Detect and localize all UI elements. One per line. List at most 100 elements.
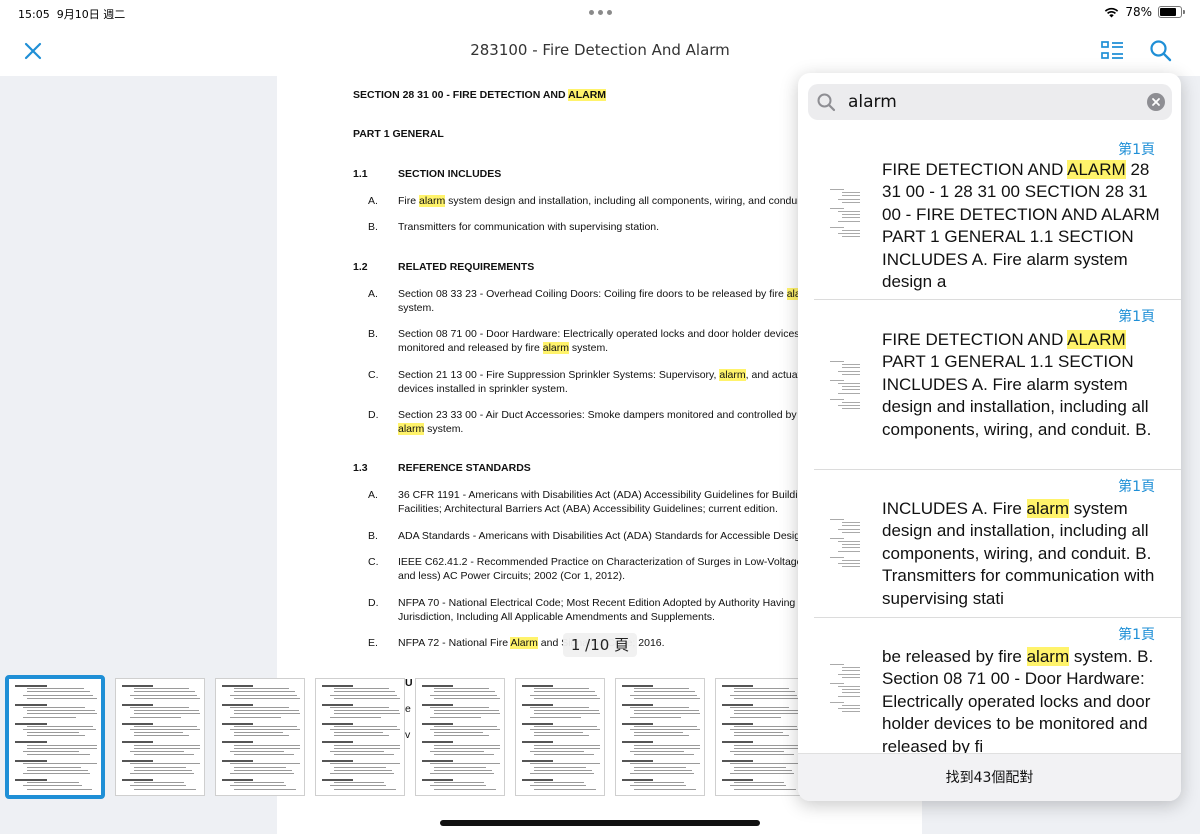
text-line — [534, 710, 600, 712]
text-line — [134, 725, 198, 727]
text-line — [842, 525, 860, 527]
page-thumbnail[interactable] — [715, 678, 805, 796]
text-line — [622, 741, 653, 744]
text-line — [434, 688, 489, 690]
text-line — [842, 522, 860, 524]
text-line — [334, 747, 400, 749]
page-thumbnail[interactable] — [5, 675, 105, 799]
text-line — [838, 528, 860, 530]
page-thumbnail[interactable] — [515, 678, 605, 796]
text-line — [730, 729, 800, 730]
text-line — [122, 703, 153, 706]
text-line — [334, 744, 400, 746]
time-text: 15:05 — [18, 8, 50, 21]
text-line — [134, 697, 200, 699]
search-icon[interactable] — [1146, 36, 1176, 66]
search-result[interactable]: 第1頁 be released by fire alarm system. B.… — [814, 618, 1181, 753]
list-icon[interactable] — [1099, 38, 1127, 64]
status-right: 78% — [1104, 5, 1185, 19]
text-line — [334, 697, 400, 699]
search-result[interactable]: 第1頁 INCLUDES A. Fire alarm system design… — [814, 470, 1181, 618]
text-line — [134, 788, 197, 790]
text-line — [23, 763, 97, 765]
text-line — [434, 744, 500, 746]
text-line — [730, 716, 782, 718]
wifi-icon — [1105, 7, 1119, 17]
text-line — [27, 732, 79, 734]
text-line — [634, 691, 695, 693]
search-query[interactable]: alarm — [848, 92, 897, 112]
thumbnail-strip[interactable] — [5, 675, 805, 799]
text-line — [534, 691, 595, 693]
text-line — [730, 707, 789, 708]
text-line — [534, 747, 600, 749]
text-line — [722, 685, 753, 687]
page-thumbnail[interactable] — [615, 678, 705, 796]
text-line — [634, 747, 700, 749]
text-line — [842, 195, 860, 197]
text-line — [734, 713, 800, 715]
page-thumbnail[interactable] — [115, 678, 205, 796]
text-line — [434, 697, 500, 699]
page-thumbnail[interactable] — [415, 678, 505, 796]
text-line — [130, 694, 197, 696]
text-line — [27, 697, 97, 699]
text-line — [330, 729, 400, 730]
text-line — [434, 710, 500, 712]
text-line — [838, 220, 860, 222]
text-line — [842, 566, 860, 568]
text-line — [622, 760, 653, 763]
text-line — [722, 703, 753, 706]
search-result[interactable]: 第1頁 FIRE DETECTION AND ALARM 28 31 00 - … — [814, 133, 1181, 300]
search-input[interactable]: alarm — [808, 84, 1172, 120]
search-result[interactable]: 第1頁 FIRE DETECTION AND ALARM PART 1 GENE… — [814, 300, 1181, 470]
multitask-dots-icon[interactable] — [589, 10, 612, 15]
page-thumbnail[interactable] — [315, 678, 405, 796]
text-line — [734, 747, 800, 749]
text-line — [234, 688, 289, 690]
text-line — [23, 694, 93, 696]
text-line — [722, 722, 753, 725]
text-line — [730, 763, 800, 765]
result-snippet: be released by fire alarm system. B. Sec… — [882, 647, 1154, 753]
text-line — [634, 766, 686, 768]
text-line — [234, 732, 284, 734]
doc-part-heading: PART 1 GENERAL — [353, 128, 444, 140]
text-line — [122, 779, 153, 781]
text-line — [734, 697, 800, 699]
text-line — [838, 211, 860, 212]
text-line — [27, 766, 82, 768]
text-line — [430, 694, 497, 696]
text-line — [334, 710, 400, 712]
text-line — [430, 729, 500, 730]
text-line — [322, 703, 353, 706]
close-icon[interactable] — [18, 36, 48, 66]
text-line — [838, 673, 860, 675]
page-indicator: 1 /10 頁 — [563, 633, 637, 657]
text-line — [838, 541, 860, 542]
text-line — [730, 785, 787, 787]
text-line — [830, 398, 844, 400]
text-line — [842, 689, 860, 691]
text-line — [330, 785, 387, 787]
text-line — [838, 383, 860, 384]
search-results[interactable]: 第1頁 FIRE DETECTION AND ALARM 28 31 00 - … — [798, 133, 1181, 753]
text-line — [222, 685, 253, 687]
text-line — [27, 747, 97, 749]
text-line — [322, 722, 353, 725]
page-thumbnail[interactable] — [215, 678, 305, 796]
clear-icon[interactable] — [1147, 93, 1165, 111]
text-line — [622, 722, 653, 725]
home-indicator[interactable] — [440, 820, 760, 826]
match-count: 找到43個配對 — [798, 753, 1181, 801]
text-line — [23, 751, 80, 752]
text-line — [842, 386, 860, 388]
text-line — [134, 735, 190, 737]
text-line — [230, 729, 300, 730]
text-line — [634, 744, 700, 746]
text-line — [530, 707, 589, 708]
text-line — [842, 408, 860, 410]
text-line — [134, 713, 200, 715]
text-line — [830, 701, 844, 703]
text-line — [122, 741, 153, 744]
